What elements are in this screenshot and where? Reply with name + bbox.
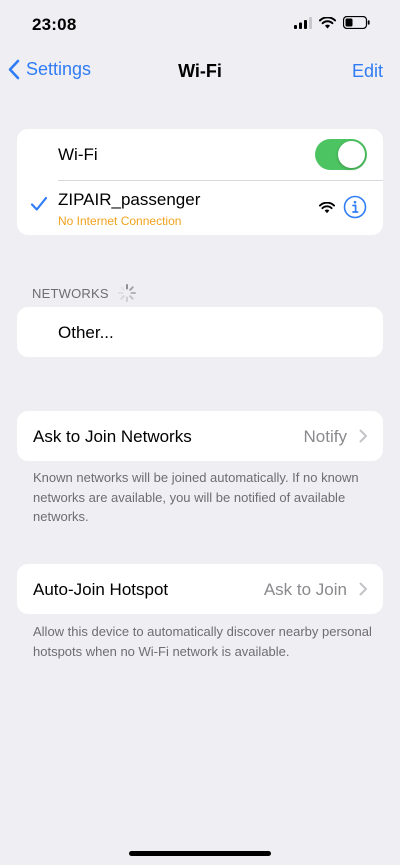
auto-join-hotspot-footnote: Allow this device to automatically disco… xyxy=(33,624,372,659)
home-indicator[interactable] xyxy=(129,851,271,856)
wifi-toggle-label: Wi-Fi xyxy=(58,145,98,164)
page-title: Wi-Fi xyxy=(178,61,222,81)
auto-join-hotspot-value: Ask to Join xyxy=(263,580,347,599)
ask-to-join-row[interactable]: Ask to Join Networks Notify xyxy=(17,411,383,461)
network-status: No Internet Connection xyxy=(58,214,182,228)
auto-join-hotspot-row[interactable]: Auto-Join Hotspot Ask to Join xyxy=(17,564,383,614)
auto-join-hotspot-card: Auto-Join Hotspot Ask to Join xyxy=(17,564,383,614)
status-time: 23:08 xyxy=(32,15,77,34)
wifi-icon xyxy=(319,16,336,28)
other-network-label: Other... xyxy=(58,323,114,342)
auto-join-hotspot-label: Auto-Join Hotspot xyxy=(33,580,169,599)
networks-section-header: NETWORKS xyxy=(32,283,137,303)
connected-network-row[interactable]: ZIPAIR_passenger No Internet Connection xyxy=(17,180,383,235)
wifi-toggle-row: Wi-Fi xyxy=(17,129,383,180)
networks-header-label: NETWORKS xyxy=(32,285,109,301)
loading-spinner-icon xyxy=(117,284,136,302)
info-icon[interactable] xyxy=(343,195,367,219)
ask-to-join-card: Ask to Join Networks Notify xyxy=(17,411,383,461)
ask-to-join-value: Notify xyxy=(303,427,347,446)
toggle-knob xyxy=(338,141,365,168)
wifi-toggle-switch[interactable] xyxy=(315,139,367,170)
status-bar: 23:08 xyxy=(0,0,400,50)
chevron-right-icon xyxy=(359,582,367,596)
wifi-strength-icon xyxy=(319,202,335,214)
ask-to-join-label: Ask to Join Networks xyxy=(33,427,192,446)
battery-icon xyxy=(343,16,370,29)
networks-card: Other... xyxy=(17,307,383,357)
ask-to-join-footnote: Known networks will be joined automatica… xyxy=(33,470,359,524)
chevron-right-icon xyxy=(359,429,367,443)
edit-button[interactable]: Edit xyxy=(352,61,383,82)
wifi-card: Wi-Fi ZIPAIR_passenger No Internet Conne… xyxy=(17,129,383,235)
other-network-row[interactable]: Other... xyxy=(17,307,383,357)
status-icons xyxy=(294,16,370,29)
network-name: ZIPAIR_passenger xyxy=(58,190,201,209)
navigation-bar: Settings Wi-Fi Edit xyxy=(0,52,400,92)
cellular-signal-icon xyxy=(294,16,312,29)
checkmark-icon xyxy=(30,196,48,211)
